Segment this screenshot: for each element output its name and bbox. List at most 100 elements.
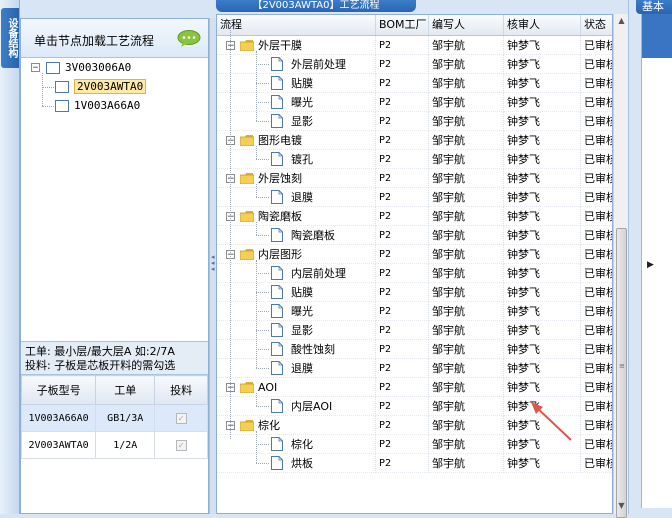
reviewer-cell[interactable]: 钟梦飞 <box>504 93 581 112</box>
bom-factory-cell[interactable]: P2 <box>376 188 429 207</box>
status-cell[interactable]: 已审核 <box>581 131 612 150</box>
reviewer-cell[interactable]: 钟梦飞 <box>504 321 581 340</box>
bom-factory-cell[interactable]: P2 <box>376 169 429 188</box>
process-name-cell[interactable]: − AOI <box>217 378 376 397</box>
bom-factory-cell[interactable]: P2 <box>376 112 429 131</box>
process-group-row[interactable]: −AOIP2邹宇航钟梦飞已审核 <box>217 378 612 397</box>
bom-factory-cell[interactable]: P2 <box>376 245 429 264</box>
scroll-thumb[interactable]: ≡ <box>616 228 627 518</box>
bom-factory-cell[interactable]: P2 <box>376 416 429 435</box>
process-name-cell[interactable]: 陶瓷磨板 <box>217 226 376 245</box>
bom-factory-cell[interactable]: P2 <box>376 321 429 340</box>
grid-header-0[interactable]: 流程 <box>217 15 376 35</box>
bom-factory-cell[interactable]: P2 <box>376 359 429 378</box>
splitter-grip-icon[interactable]: ◂ ◂ ◂ <box>211 254 215 284</box>
work-order-cell[interactable]: GB1/3A <box>95 404 156 432</box>
board-table-row[interactable]: 1V003A66A0 GB1/3A ✓ <box>20 404 208 432</box>
reviewer-cell[interactable]: 钟梦飞 <box>504 55 581 74</box>
work-order-cell[interactable]: 1/2A <box>95 431 156 459</box>
reviewer-cell[interactable]: 钟梦飞 <box>504 359 581 378</box>
feed-checkbox-cell[interactable]: ✓ <box>154 404 208 432</box>
status-cell[interactable]: 已审核 <box>581 207 612 226</box>
process-name-cell[interactable]: 内层前处理 <box>217 264 376 283</box>
status-cell[interactable]: 已审核 <box>581 321 612 340</box>
writer-cell[interactable]: 邹宇航 <box>429 321 504 340</box>
tree-root-node[interactable]: − 3V003006A0 <box>31 59 131 77</box>
bom-factory-cell[interactable]: P2 <box>376 207 429 226</box>
bom-factory-cell[interactable]: P2 <box>376 435 429 454</box>
reviewer-cell[interactable]: 钟梦飞 <box>504 245 581 264</box>
grid-header-1[interactable]: BOM工厂 <box>376 15 429 35</box>
process-name-cell[interactable]: 显影 <box>217 112 376 131</box>
process-name-cell[interactable]: 外层前处理 <box>217 55 376 74</box>
status-cell[interactable]: 已审核 <box>581 226 612 245</box>
bom-factory-cell[interactable]: P2 <box>376 36 429 55</box>
tree-child-node[interactable]: 1V003A66A0 <box>49 97 140 115</box>
process-name-cell[interactable]: 显影 <box>217 321 376 340</box>
writer-cell[interactable]: 邹宇航 <box>429 416 504 435</box>
bom-factory-cell[interactable]: P2 <box>376 454 429 473</box>
board-table-header-2[interactable]: 投料 <box>154 375 208 405</box>
feed-checkbox[interactable]: ✓ <box>175 412 187 424</box>
process-step-row[interactable]: 烘板 P2邹宇航钟梦飞已审核 <box>217 454 612 473</box>
process-step-row[interactable]: 显影 P2邹宇航钟梦飞已审核 <box>217 112 612 131</box>
process-group-row[interactable]: −内层图形P2邹宇航钟梦飞已审核 <box>217 245 612 264</box>
status-cell[interactable]: 已审核 <box>581 340 612 359</box>
writer-cell[interactable]: 邹宇航 <box>429 112 504 131</box>
process-name-cell[interactable]: − 外层蚀刻 <box>217 169 376 188</box>
status-cell[interactable]: 已审核 <box>581 416 612 435</box>
writer-cell[interactable]: 邹宇航 <box>429 283 504 302</box>
bom-factory-cell[interactable]: P2 <box>376 150 429 169</box>
process-name-cell[interactable]: − 陶瓷磨板 <box>217 207 376 226</box>
process-name-cell[interactable]: − 外层干膜 <box>217 36 376 55</box>
process-name-cell[interactable]: 贴膜 <box>217 74 376 93</box>
board-table-header-1[interactable]: 工单 <box>95 375 156 405</box>
board-table-header-0[interactable]: 子板型号 <box>20 375 97 405</box>
bom-factory-cell[interactable]: P2 <box>376 340 429 359</box>
process-flow-tab[interactable]: 【2V003AWTA0】工艺流程 <box>216 0 416 12</box>
writer-cell[interactable]: 邹宇航 <box>429 74 504 93</box>
writer-cell[interactable]: 邹宇航 <box>429 378 504 397</box>
bom-factory-cell[interactable]: P2 <box>376 283 429 302</box>
bom-factory-cell[interactable]: P2 <box>376 74 429 93</box>
writer-cell[interactable]: 邹宇航 <box>429 93 504 112</box>
writer-cell[interactable]: 邹宇航 <box>429 397 504 416</box>
bom-factory-cell[interactable]: P2 <box>376 378 429 397</box>
panel-splitter[interactable]: ◂ ◂ ◂ <box>209 18 216 514</box>
process-step-row[interactable]: 酸性蚀刻 P2邹宇航钟梦飞已审核 <box>217 340 612 359</box>
status-cell[interactable]: 已审核 <box>581 55 612 74</box>
status-cell[interactable]: 已审核 <box>581 378 612 397</box>
bom-factory-cell[interactable]: P2 <box>376 93 429 112</box>
reviewer-cell[interactable]: 钟梦飞 <box>504 36 581 55</box>
writer-cell[interactable]: 邹宇航 <box>429 454 504 473</box>
reviewer-cell[interactable]: 钟梦飞 <box>504 207 581 226</box>
status-cell[interactable]: 已审核 <box>581 150 612 169</box>
writer-cell[interactable]: 邹宇航 <box>429 435 504 454</box>
process-step-row[interactable]: 外层前处理 P2邹宇航钟梦飞已审核 <box>217 55 612 74</box>
bom-factory-cell[interactable]: P2 <box>376 264 429 283</box>
reviewer-cell[interactable]: 钟梦飞 <box>504 378 581 397</box>
grid-header-4[interactable]: 状态 <box>581 15 612 35</box>
status-cell[interactable]: 已审核 <box>581 359 612 378</box>
reviewer-cell[interactable]: 钟梦飞 <box>504 74 581 93</box>
bom-factory-cell[interactable]: P2 <box>376 397 429 416</box>
process-name-cell[interactable]: − 棕化 <box>217 416 376 435</box>
basic-tab[interactable]: 基本 <box>636 0 672 14</box>
writer-cell[interactable]: 邹宇航 <box>429 169 504 188</box>
reviewer-cell[interactable]: 钟梦飞 <box>504 283 581 302</box>
status-cell[interactable]: 已审核 <box>581 245 612 264</box>
writer-cell[interactable]: 邹宇航 <box>429 207 504 226</box>
process-name-cell[interactable]: 曝光 <box>217 93 376 112</box>
writer-cell[interactable]: 邹宇航 <box>429 36 504 55</box>
process-name-cell[interactable]: 棕化 <box>217 435 376 454</box>
process-name-cell[interactable]: 酸性蚀刻 <box>217 340 376 359</box>
grid-header-3[interactable]: 核审人 <box>504 15 581 35</box>
process-step-row[interactable]: 退膜 P2邹宇航钟梦飞已审核 <box>217 188 612 207</box>
process-step-row[interactable]: 退膜 P2邹宇航钟梦飞已审核 <box>217 359 612 378</box>
process-step-row[interactable]: 贴膜 P2邹宇航钟梦飞已审核 <box>217 74 612 93</box>
status-cell[interactable]: 已审核 <box>581 112 612 131</box>
status-cell[interactable]: 已审核 <box>581 454 612 473</box>
status-cell[interactable]: 已审核 <box>581 435 612 454</box>
reviewer-cell[interactable]: 钟梦飞 <box>504 340 581 359</box>
feed-checkbox-cell[interactable]: ✓ <box>154 431 208 459</box>
